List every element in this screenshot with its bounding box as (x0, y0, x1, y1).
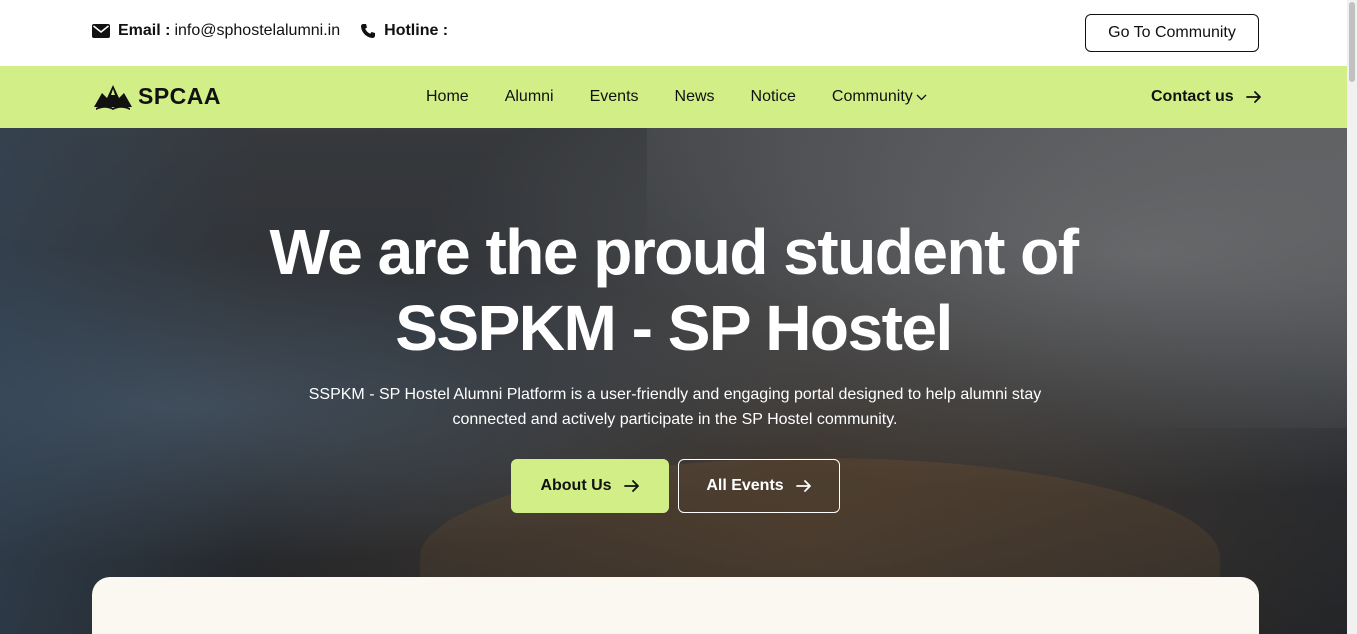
hotline-label: Hotline : (384, 22, 449, 39)
nav-community-label: Community (831, 88, 913, 105)
email-value[interactable]: info@sphostelalumni.in (174, 22, 340, 40)
chevron-down-icon (916, 94, 927, 100)
email-label: Email : (118, 22, 171, 39)
all-events-label: All Events (706, 477, 784, 494)
all-events-button[interactable]: All Events (678, 459, 840, 513)
contact-us-label: Contact us (1151, 88, 1234, 105)
hero-title-line-2: SSPKM - SP Hostel (395, 292, 953, 364)
logo-text: SPCAA (138, 82, 222, 109)
about-us-label: About Us (540, 477, 612, 494)
arrow-right-icon (1245, 91, 1261, 103)
hero-buttons: About Us All Events (511, 459, 840, 513)
content-card (92, 577, 1259, 634)
about-us-button[interactable]: About Us (511, 459, 669, 513)
hero-title-line-1: We are the proud student of (269, 216, 1079, 288)
hero-section: We are the proud student of SSPKM - SP H… (0, 128, 1347, 634)
hero-description: SSPKM - SP Hostel Alumni Platform is a u… (308, 386, 1042, 428)
hotline-contact[interactable]: Hotline : (360, 22, 452, 40)
book-logo-icon (94, 85, 132, 110)
contact-us-link[interactable]: Contact us (1151, 66, 1262, 128)
site-logo[interactable]: SPCAA (92, 81, 221, 111)
nav-home[interactable]: Home (426, 88, 469, 106)
scrollbar-thumb[interactable] (1349, 2, 1355, 82)
main-navbar: SPCAA Home Alumni Events News Notice Com… (0, 66, 1347, 128)
arrow-right-icon (623, 480, 639, 492)
contact-info: Email : info@sphostelalumni.in Hotline : (92, 22, 472, 40)
nav-news[interactable]: News (675, 88, 715, 106)
nav-alumni[interactable]: Alumni (505, 88, 554, 106)
nav-community[interactable]: Community (832, 88, 927, 106)
top-contact-bar: Email : info@sphostelalumni.in Hotline :… (0, 0, 1347, 66)
arrow-right-icon (795, 480, 811, 492)
go-to-community-button[interactable]: Go To Community (1085, 14, 1259, 52)
nav-menu: Home Alumni Events News Notice Community (408, 66, 945, 128)
mail-icon (92, 24, 110, 38)
page-scrollbar[interactable] (1347, 0, 1357, 634)
nav-events[interactable]: Events (590, 88, 639, 106)
nav-notice[interactable]: Notice (751, 88, 796, 106)
email-contact[interactable]: Email : info@sphostelalumni.in (92, 22, 340, 40)
hero-overlay (0, 128, 1347, 634)
phone-icon (361, 24, 376, 38)
hero-title: We are the proud student of SSPKM - SP H… (0, 214, 1347, 366)
